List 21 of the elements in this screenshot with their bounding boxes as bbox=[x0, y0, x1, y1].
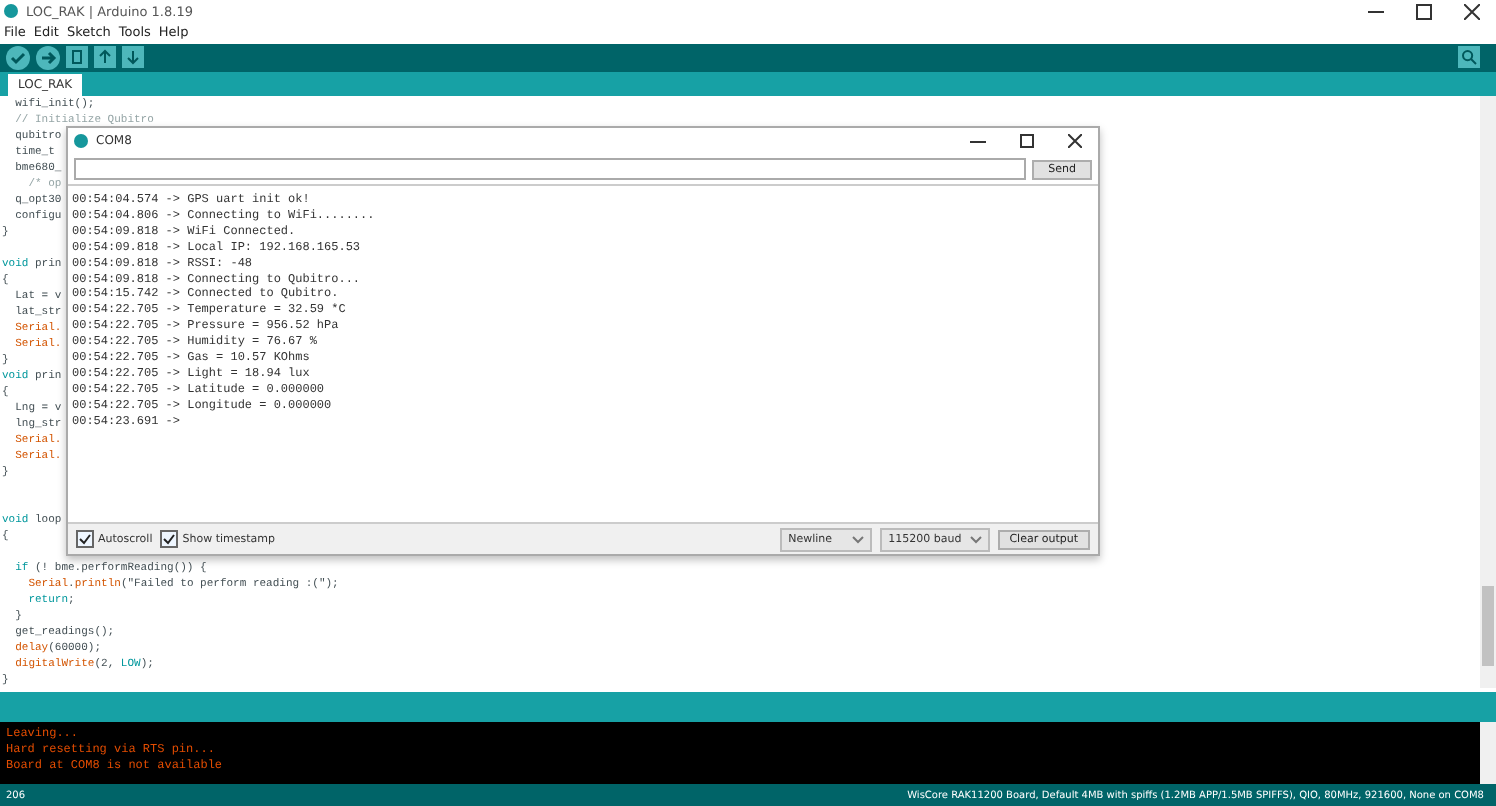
console-scrollbar[interactable] bbox=[1480, 721, 1496, 785]
checkbox[interactable] bbox=[76, 530, 94, 549]
minimize-icon[interactable] bbox=[970, 139, 986, 144]
close-icon[interactable] bbox=[1464, 3, 1480, 20]
maximize-icon[interactable] bbox=[1416, 3, 1432, 20]
editor-scrollbar[interactable] bbox=[1480, 96, 1496, 689]
minimize-icon[interactable] bbox=[1368, 9, 1384, 14]
close-icon[interactable] bbox=[1067, 134, 1081, 149]
down-arrow-icon[interactable] bbox=[122, 46, 144, 69]
new-file-icon[interactable] bbox=[66, 46, 88, 69]
arduino-logo-icon bbox=[74, 134, 88, 149]
maximize-icon[interactable] bbox=[1019, 134, 1033, 149]
verify-check-icon[interactable] bbox=[6, 45, 30, 70]
caret-icon bbox=[969, 535, 982, 544]
checkbox[interactable] bbox=[160, 530, 179, 549]
up-arrow-icon[interactable] bbox=[94, 46, 116, 69]
search-icon[interactable] bbox=[1458, 46, 1480, 69]
arduino-logo-icon bbox=[4, 4, 18, 19]
serial-input-field[interactable] bbox=[74, 158, 1027, 181]
upload-arrow-icon[interactable] bbox=[36, 45, 60, 70]
caret-icon bbox=[852, 535, 865, 544]
